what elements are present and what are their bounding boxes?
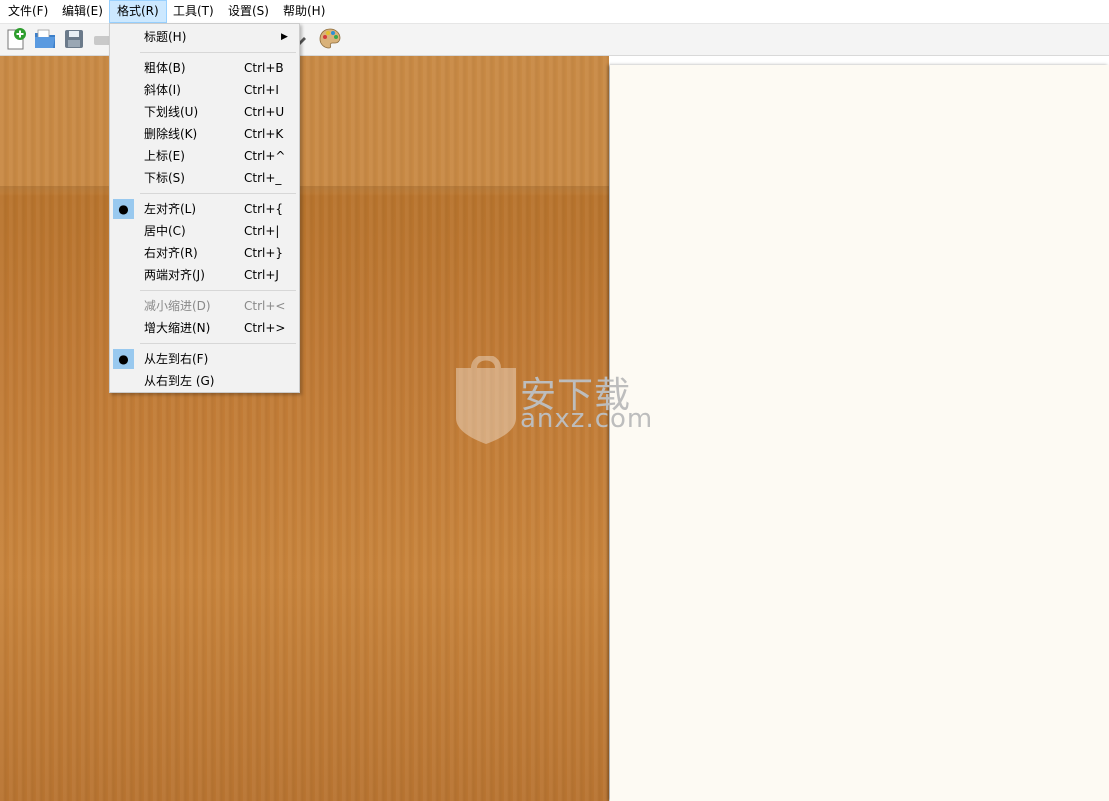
menu-item-shortcut: Ctrl+} [244, 246, 284, 260]
menu-item-shortcut: Ctrl+{ [244, 202, 284, 216]
menu-item-label: 删除线(K) [144, 127, 198, 141]
submenu-arrow-icon: ▶ [281, 32, 288, 42]
menu-item-italic[interactable]: 斜体(I) Ctrl+I [111, 79, 298, 101]
radio-checked-icon: ● [113, 349, 134, 369]
format-menu-dropdown: 标题(H) ▶ 粗体(B) Ctrl+B 斜体(I) Ctrl+I 下划线(U)… [109, 23, 300, 393]
menu-item-increase-indent[interactable]: 增大缩进(N) Ctrl+> [111, 317, 298, 339]
menu-separator [140, 52, 296, 53]
menu-item-heading[interactable]: 标题(H) ▶ [111, 26, 298, 48]
menu-item-label: 减小缩进(D) [144, 299, 211, 313]
menu-item-strikethrough[interactable]: 删除线(K) Ctrl+K [111, 123, 298, 145]
menu-item-shortcut: Ctrl+> [244, 321, 286, 335]
menu-item-shortcut: Ctrl+| [244, 224, 280, 238]
palette-icon[interactable] [318, 27, 342, 51]
menu-item-justify[interactable]: 两端对齐(J) Ctrl+J [111, 264, 298, 286]
menu-item-superscript[interactable]: 上标(E) Ctrl+^ [111, 145, 298, 167]
menu-settings[interactable]: 设置(S) [221, 0, 276, 23]
menu-item-label: 上标(E) [144, 149, 185, 163]
new-document-icon[interactable] [4, 27, 28, 51]
menu-item-underline[interactable]: 下划线(U) Ctrl+U [111, 101, 298, 123]
menu-item-label: 下标(S) [144, 171, 185, 185]
menu-item-shortcut: Ctrl+K [244, 127, 284, 141]
radio-checked-icon: ● [113, 199, 134, 219]
menu-item-decrease-indent: 减小缩进(D) Ctrl+< [111, 295, 298, 317]
menu-item-label: 居中(C) [144, 224, 186, 238]
menu-item-shortcut: Ctrl+^ [244, 149, 286, 163]
document-page[interactable] [610, 65, 1109, 801]
menu-item-align-center[interactable]: 居中(C) Ctrl+| [111, 220, 298, 242]
menu-item-label: 标题(H) [144, 30, 187, 44]
menu-item-label: 斜体(I) [144, 83, 181, 97]
menu-item-shortcut: Ctrl+_ [244, 171, 282, 185]
watermark-domain: anxz.com [520, 404, 654, 434]
menu-item-label: 右对齐(R) [144, 246, 198, 260]
menu-item-bold[interactable]: 粗体(B) Ctrl+B [111, 57, 298, 79]
menu-item-shortcut: Ctrl+U [244, 105, 285, 119]
menu-edit[interactable]: 编辑(E) [55, 0, 110, 23]
menu-item-subscript[interactable]: 下标(S) Ctrl+_ [111, 167, 298, 189]
menu-item-left-to-right[interactable]: ● 从左到右(F) [111, 348, 298, 370]
open-folder-icon[interactable] [33, 27, 57, 51]
menu-item-shortcut: Ctrl+B [244, 61, 284, 75]
menu-item-right-to-left[interactable]: 从右到左 (G) [111, 370, 298, 392]
menu-item-label: 从左到右(F) [144, 352, 209, 366]
menu-item-label: 从右到左 (G) [144, 374, 215, 388]
menu-item-align-right[interactable]: 右对齐(R) Ctrl+} [111, 242, 298, 264]
menu-separator [140, 343, 296, 344]
menu-separator [140, 290, 296, 291]
menu-bar: 文件(F) 编辑(E) 格式(R) 工具(T) 设置(S) 帮助(H) [0, 0, 1109, 24]
save-icon[interactable] [62, 27, 86, 51]
wood-plank-seam [0, 186, 609, 194]
menu-item-label: 增大缩进(N) [144, 321, 211, 335]
menu-item-shortcut: Ctrl+< [244, 299, 286, 313]
menu-item-shortcut: Ctrl+J [244, 268, 279, 282]
menu-item-label: 两端对齐(J) [144, 268, 205, 282]
menu-item-label: 下划线(U) [144, 105, 199, 119]
menu-item-label: 粗体(B) [144, 61, 186, 75]
menu-help[interactable]: 帮助(H) [276, 0, 332, 23]
menu-file[interactable]: 文件(F) [1, 0, 55, 23]
menu-tools[interactable]: 工具(T) [166, 0, 221, 23]
menu-separator [140, 193, 296, 194]
menu-item-align-left[interactable]: ● 左对齐(L) Ctrl+{ [111, 198, 298, 220]
menu-format[interactable]: 格式(R) [109, 0, 167, 23]
menu-item-shortcut: Ctrl+I [244, 83, 279, 97]
menu-item-label: 左对齐(L) [144, 202, 197, 216]
